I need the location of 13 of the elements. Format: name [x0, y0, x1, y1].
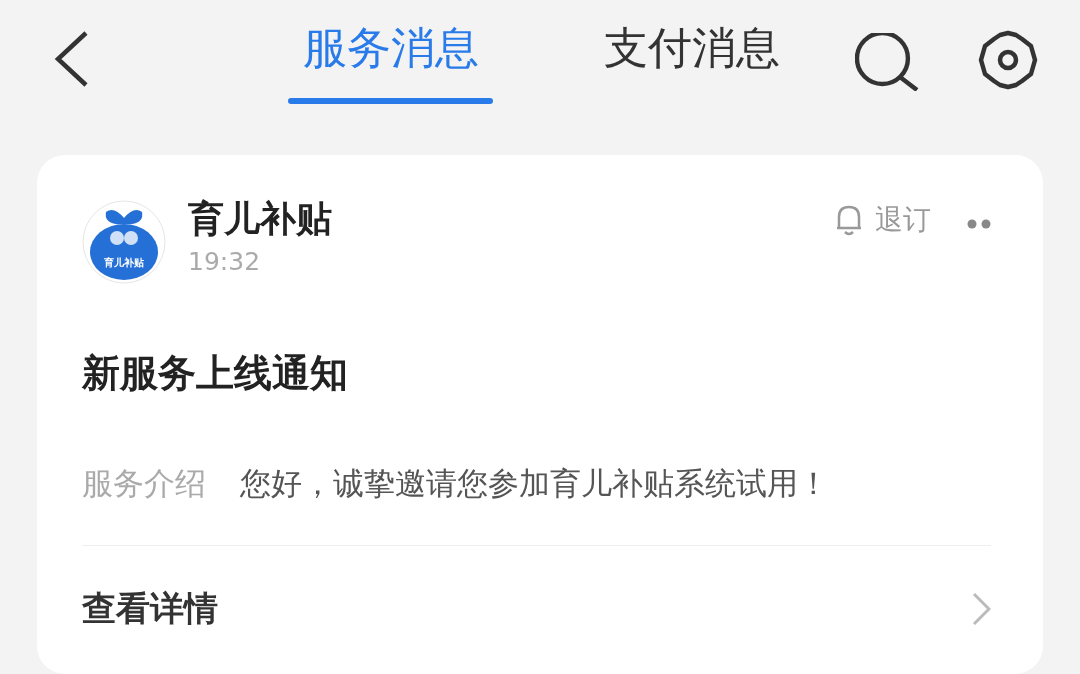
field-label: 服务介绍 — [82, 464, 206, 503]
message-time: 19:32 — [188, 246, 262, 278]
sender-name: 育儿补贴 — [188, 197, 333, 241]
field-value: 您好，诚挚邀请您参加育儿补贴系统试用！ — [240, 464, 829, 503]
logo-text: 育儿补贴 — [103, 256, 145, 270]
settings-icon[interactable] — [978, 30, 1038, 90]
tab[interactable]: 支付消息 — [603, 18, 780, 78]
search-icon[interactable] — [855, 33, 921, 91]
message-title: 新服务上线通知 — [82, 350, 349, 397]
bell-icon[interactable] — [835, 204, 863, 236]
more-icon[interactable] — [967, 219, 991, 229]
view-details-link[interactable]: 查看详情 — [82, 586, 218, 632]
tab[interactable]: 服务消息 — [302, 18, 479, 78]
